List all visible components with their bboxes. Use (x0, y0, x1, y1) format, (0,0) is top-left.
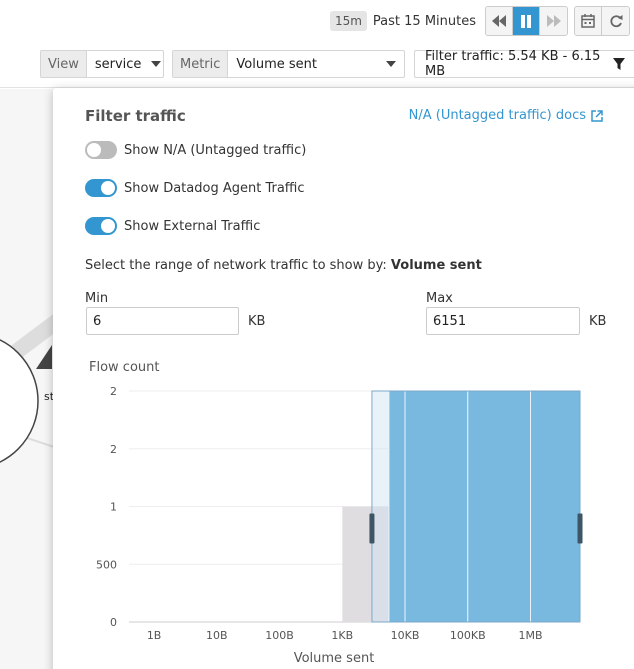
filter-traffic-label: Filter traffic: 5.54 KB - 6.15 MB (425, 49, 601, 79)
filter-icon (613, 58, 625, 70)
x-tick-label: 1B (147, 629, 162, 642)
filter-bar: View service Metric Volume sent Filter t… (0, 44, 634, 88)
refresh-button[interactable] (602, 7, 629, 35)
pause-button[interactable] (513, 7, 540, 35)
fast-forward-icon (546, 15, 561, 27)
volume-histogram[interactable]: Flow count 0 500 1 2 2 1B 10B 100B 1KB 10KB 100KB… (53, 88, 634, 669)
y-tick-label: 0 (110, 616, 117, 629)
node-arrow-icon (36, 345, 52, 369)
chart-title: Flow count (89, 360, 159, 375)
playback-controls (485, 6, 568, 36)
chevron-down-icon (149, 51, 163, 77)
map-node[interactable] (0, 333, 39, 469)
metric-select[interactable]: Metric Volume sent (172, 50, 405, 78)
x-tick-label: 1MB (518, 629, 542, 642)
filter-traffic-popover: Filter traffic N/A (Untagged traffic) do… (53, 88, 634, 669)
y-tick-label: 1 (110, 501, 117, 514)
time-range-label[interactable]: Past 15 Minutes (373, 14, 476, 29)
y-tick-label: 2 (110, 443, 117, 456)
refresh-icon (609, 15, 622, 28)
x-tick-label: 1KB (331, 629, 353, 642)
time-controls: 15m Past 15 Minutes (329, 6, 634, 36)
calendar-button[interactable] (575, 7, 602, 35)
x-tick-label: 10KB (391, 629, 420, 642)
view-select-value: service (94, 56, 142, 72)
fast-forward-button[interactable] (540, 7, 567, 35)
range-selection[interactable] (369, 390, 583, 623)
selection-overlay (371, 390, 581, 623)
x-tick-label: 100KB (450, 629, 486, 642)
metric-select-label: Metric (173, 51, 229, 77)
x-tick-label: 10B (206, 629, 228, 642)
calendar-icon (581, 14, 595, 28)
rewind-button[interactable] (486, 7, 513, 35)
view-select[interactable]: View service (40, 50, 164, 78)
filter-traffic-button[interactable]: Filter traffic: 5.54 KB - 6.15 MB (414, 49, 634, 79)
range-handle-left (369, 513, 375, 544)
y-axis-labels: 0 500 1 2 2 (96, 385, 117, 629)
range-handle-right (577, 513, 583, 544)
rewind-icon (492, 15, 506, 27)
x-axis-labels: 1B 10B 100B 1KB 10KB 100KB 1MB (147, 629, 543, 642)
metric-select-value: Volume sent (236, 56, 318, 72)
y-tick-label: 2 (110, 385, 117, 398)
time-range-badge[interactable]: 15m (329, 11, 367, 31)
date-controls (574, 6, 630, 36)
x-tick-label: 100B (265, 629, 294, 642)
x-axis-title: Volume sent (294, 651, 375, 666)
view-select-label: View (41, 51, 87, 77)
chevron-down-icon (378, 51, 404, 77)
y-tick-label: 500 (96, 558, 117, 571)
pause-icon (521, 14, 531, 28)
